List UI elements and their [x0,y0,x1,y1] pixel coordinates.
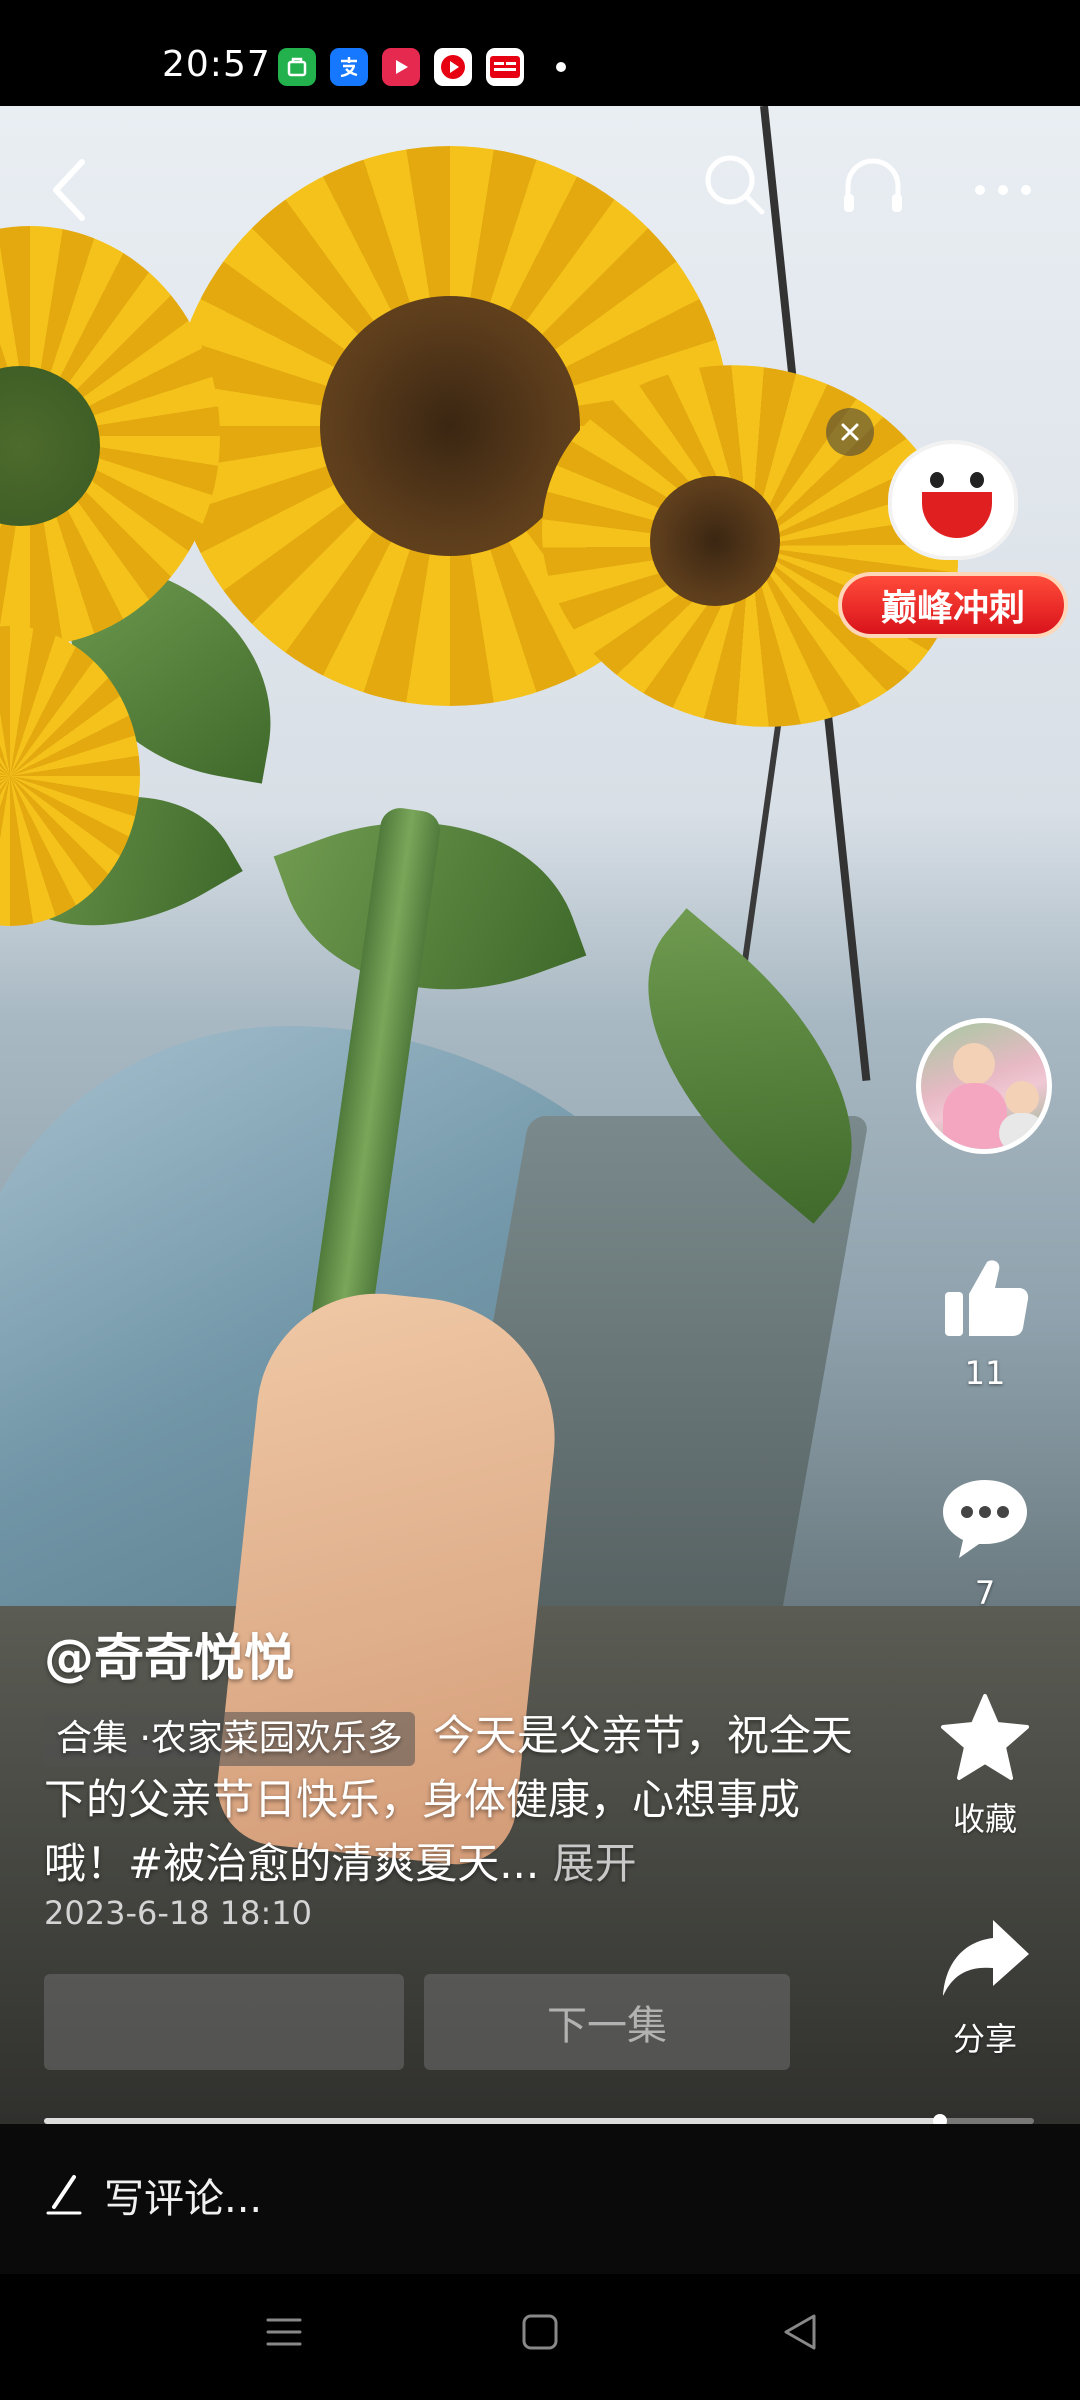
post-time: 2023-6-18 18:10 [44,1894,312,1932]
comment-button[interactable]: 7 [920,1470,1050,1612]
menu-icon[interactable] [262,2310,306,2354]
video-leaf [273,767,587,1045]
close-icon [841,423,859,441]
post-description[interactable]: 合集 ·农家菜园欢乐多 今天是父亲节，祝全天下的父亲节日快乐，身体健康，心想事成哦… [44,1704,864,1896]
video-play-icon [434,48,472,86]
previous-episode-button[interactable] [44,1974,404,2070]
promo-mascot-icon [888,440,1018,560]
share-label: 分享 [952,2020,1017,2058]
status-more-dot [556,62,566,72]
promo-close-button[interactable] [826,408,874,456]
video-red-icon [382,48,420,86]
share-arrow-icon [943,1920,1029,1996]
favorite-label: 收藏 [952,1800,1017,1838]
headphone-icon[interactable] [838,150,908,220]
home-icon[interactable] [518,2310,562,2354]
next-episode-button[interactable]: 下一集 [424,1974,790,2070]
alipay-icon [330,48,368,86]
status-app-icons [278,48,566,86]
author-name[interactable]: @奇奇悦悦 [44,1618,294,1690]
thumbs-up-icon [945,1260,1029,1336]
app-green-icon [278,48,316,86]
comment-count: 7 [974,1574,996,1612]
pen-icon [46,2175,82,2215]
status-time: 20:57 [162,44,271,85]
favorite-button[interactable]: 收藏 [920,1690,1050,1840]
share-button[interactable]: 分享 [920,1910,1050,2060]
more-icon[interactable] [968,150,1038,220]
toutiao-icon [486,48,524,86]
comment-bubble-icon [943,1480,1027,1558]
comment-input[interactable]: 写评论... [44,2166,262,2224]
promo-badge[interactable]: 巅峰冲刺 [838,410,1068,640]
back-triangle-icon[interactable] [778,2310,822,2354]
author-avatar[interactable] [916,1018,1052,1154]
like-button[interactable]: 11 [920,1250,1050,1392]
promo-label: 巅峰冲刺 [838,572,1068,638]
sunflower-center [320,296,580,556]
status-bar: 20:57 [0,0,1080,106]
like-count: 11 [964,1354,1006,1392]
search-icon[interactable] [700,150,770,220]
expand-link[interactable]: 展开 [553,1839,637,1888]
back-icon[interactable] [40,150,100,230]
collection-tag[interactable]: 合集 ·农家菜园欢乐多 [44,1712,415,1766]
comment-placeholder: 写评论... [104,2176,263,2222]
sunflower-center [650,476,780,606]
star-icon [941,1694,1029,1780]
